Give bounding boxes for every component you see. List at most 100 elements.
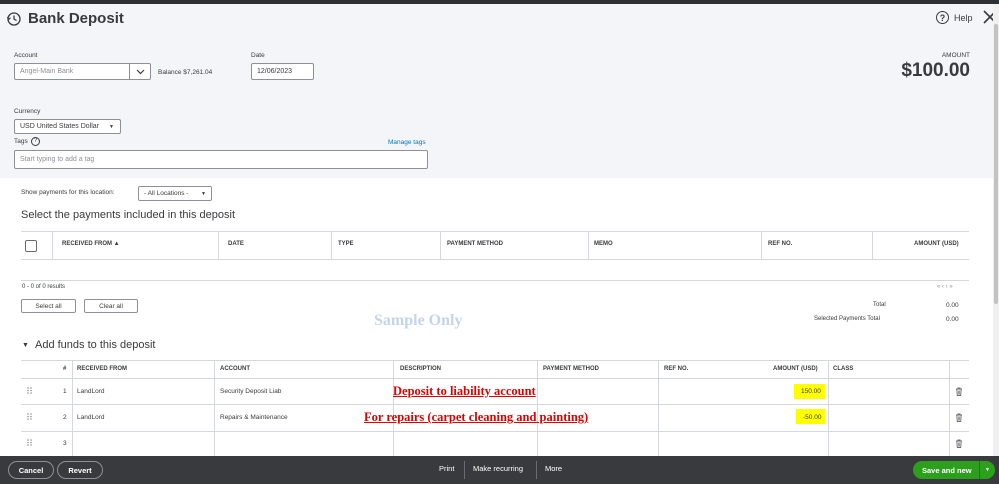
pager-controls[interactable]: « ‹ › » [937, 284, 953, 290]
currency-select[interactable]: USD United States Dollar ▼ [14, 119, 121, 134]
location-select[interactable]: - All Locations - ▼ [138, 186, 212, 201]
help-button[interactable]: ? Help [936, 11, 973, 24]
col-amount[interactable]: AMOUNT (USD) [914, 241, 959, 247]
footer-divider [464, 461, 465, 479]
amount-label: AMOUNT [941, 52, 970, 59]
save-and-new-button[interactable]: Save and new ▼ [913, 461, 995, 479]
drag-handle-icon[interactable] [27, 439, 33, 446]
account-value: Angel-Main Bank [20, 68, 74, 75]
caret-down-icon: ▼ [201, 190, 206, 197]
trash-icon[interactable] [955, 387, 963, 396]
col-divider [440, 231, 441, 259]
footer-divider [536, 461, 537, 479]
row-divider [21, 431, 969, 432]
payments-table-bottom [21, 280, 969, 281]
funds-section-title[interactable]: Add funds to this deposit [35, 339, 155, 351]
funds-col-ref-no: REF NO. [664, 366, 689, 372]
total-value: 0.00 [946, 302, 959, 309]
col-divider [331, 231, 332, 259]
annotation-liability: Deposit to liability account [393, 384, 536, 398]
tags-help-icon[interactable]: ? [31, 137, 40, 146]
select-all-button[interactable]: Select all [21, 299, 76, 313]
col-received-from[interactable]: RECEIVED FROM ▲ [62, 241, 120, 247]
drag-handle-icon[interactable] [27, 413, 33, 420]
results-count: 0 - 0 of 0 results [22, 284, 66, 290]
col-type[interactable]: TYPE [338, 241, 354, 247]
help-icon: ? [936, 11, 949, 24]
trash-icon[interactable] [955, 439, 963, 448]
row-account[interactable]: Security Deposit Liab [220, 388, 281, 395]
col-divider [537, 360, 538, 456]
funds-col-class: CLASS [833, 366, 854, 372]
date-label: Date [251, 52, 265, 59]
revert-button[interactable]: Revert [57, 461, 103, 479]
trash-icon[interactable] [955, 413, 963, 422]
chevron-down-icon[interactable] [129, 64, 150, 79]
col-divider [872, 231, 873, 259]
page-title: Bank Deposit [28, 10, 124, 27]
funds-col-payment-method: PAYMENT METHOD [543, 366, 600, 372]
row-amount[interactable]: -50.00 [803, 414, 821, 421]
col-date[interactable]: DATE [228, 241, 244, 247]
save-and-new-label: Save and new [922, 465, 972, 475]
col-ref-no[interactable]: REF NO. [768, 241, 792, 247]
cancel-button[interactable]: Cancel [8, 461, 54, 479]
funds-col-description: DESCRIPTION [400, 366, 442, 372]
print-button[interactable]: Print [439, 464, 454, 473]
col-divider [828, 360, 829, 456]
row-account[interactable]: Repairs & Maintenance [220, 414, 288, 421]
balance-text: Balance $7,261.04 [158, 69, 213, 76]
col-divider [72, 360, 73, 456]
col-divider [214, 360, 215, 456]
col-divider [658, 360, 659, 456]
payments-section-title: Select the payments included in this dep… [21, 209, 236, 221]
col-divider [393, 360, 394, 456]
annotation-repairs: For repairs (carpet cleaning and paintin… [364, 410, 589, 424]
currency-label: Currency [14, 108, 41, 115]
tags-placeholder: Start typing to add a tag [20, 156, 95, 163]
collapse-icon[interactable]: ▼ [22, 342, 29, 349]
scrollbar-thumb[interactable] [994, 24, 998, 304]
tags-input[interactable]: Start typing to add a tag [14, 150, 428, 169]
account-select[interactable]: Angel-Main Bank [14, 63, 151, 80]
funds-header-bottom [21, 378, 969, 379]
total-label: Total [873, 302, 886, 308]
amount-total: $100.00 [901, 60, 970, 81]
row-received-from[interactable]: LandLord [77, 388, 104, 395]
help-label: Help [954, 12, 973, 23]
row-amount[interactable]: 150.00 [801, 388, 821, 395]
col-divider [949, 360, 950, 456]
funds-col-number: # [63, 366, 67, 372]
funds-header-top [21, 360, 969, 361]
make-recurring-button[interactable]: Make recurring [473, 464, 523, 473]
col-divider [761, 231, 762, 259]
bank-deposit-panel: Bank Deposit ? Help Account Angel-Main B… [0, 4, 999, 456]
save-options-caret-icon[interactable]: ▼ [979, 461, 995, 479]
date-value: 12/06/2023 [257, 68, 293, 75]
selected-total-label: Selected Payments Total [814, 316, 880, 322]
selected-total-value: 0.00 [946, 316, 959, 323]
sample-watermark: Sample Only [374, 312, 463, 329]
recent-transactions-icon[interactable] [6, 11, 22, 27]
manage-tags-link[interactable]: Manage tags [388, 139, 426, 146]
row-number: 3 [63, 440, 67, 447]
date-input[interactable]: 12/06/2023 [251, 63, 314, 80]
col-divider [588, 231, 589, 259]
payments-header-bottom [21, 259, 969, 260]
more-button[interactable]: More [545, 464, 562, 473]
location-value: - All Locations - [144, 190, 189, 197]
col-divider [52, 231, 53, 259]
col-memo[interactable]: MEMO [594, 241, 613, 247]
clear-all-button[interactable]: Clear all [84, 299, 138, 313]
row-number: 1 [63, 388, 67, 395]
col-divider [218, 231, 219, 259]
row-divider [21, 404, 969, 405]
drag-handle-icon[interactable] [27, 387, 33, 394]
row-received-from[interactable]: LandLord [77, 414, 104, 421]
funds-col-received-from: RECEIVED FROM [77, 366, 128, 372]
col-payment-method[interactable]: PAYMENT METHOD [447, 241, 503, 247]
location-filter-label: Show payments for this location: [21, 189, 115, 196]
payments-checkbox[interactable] [25, 240, 37, 252]
payments-header-top [21, 231, 969, 232]
row-number: 2 [63, 414, 67, 421]
